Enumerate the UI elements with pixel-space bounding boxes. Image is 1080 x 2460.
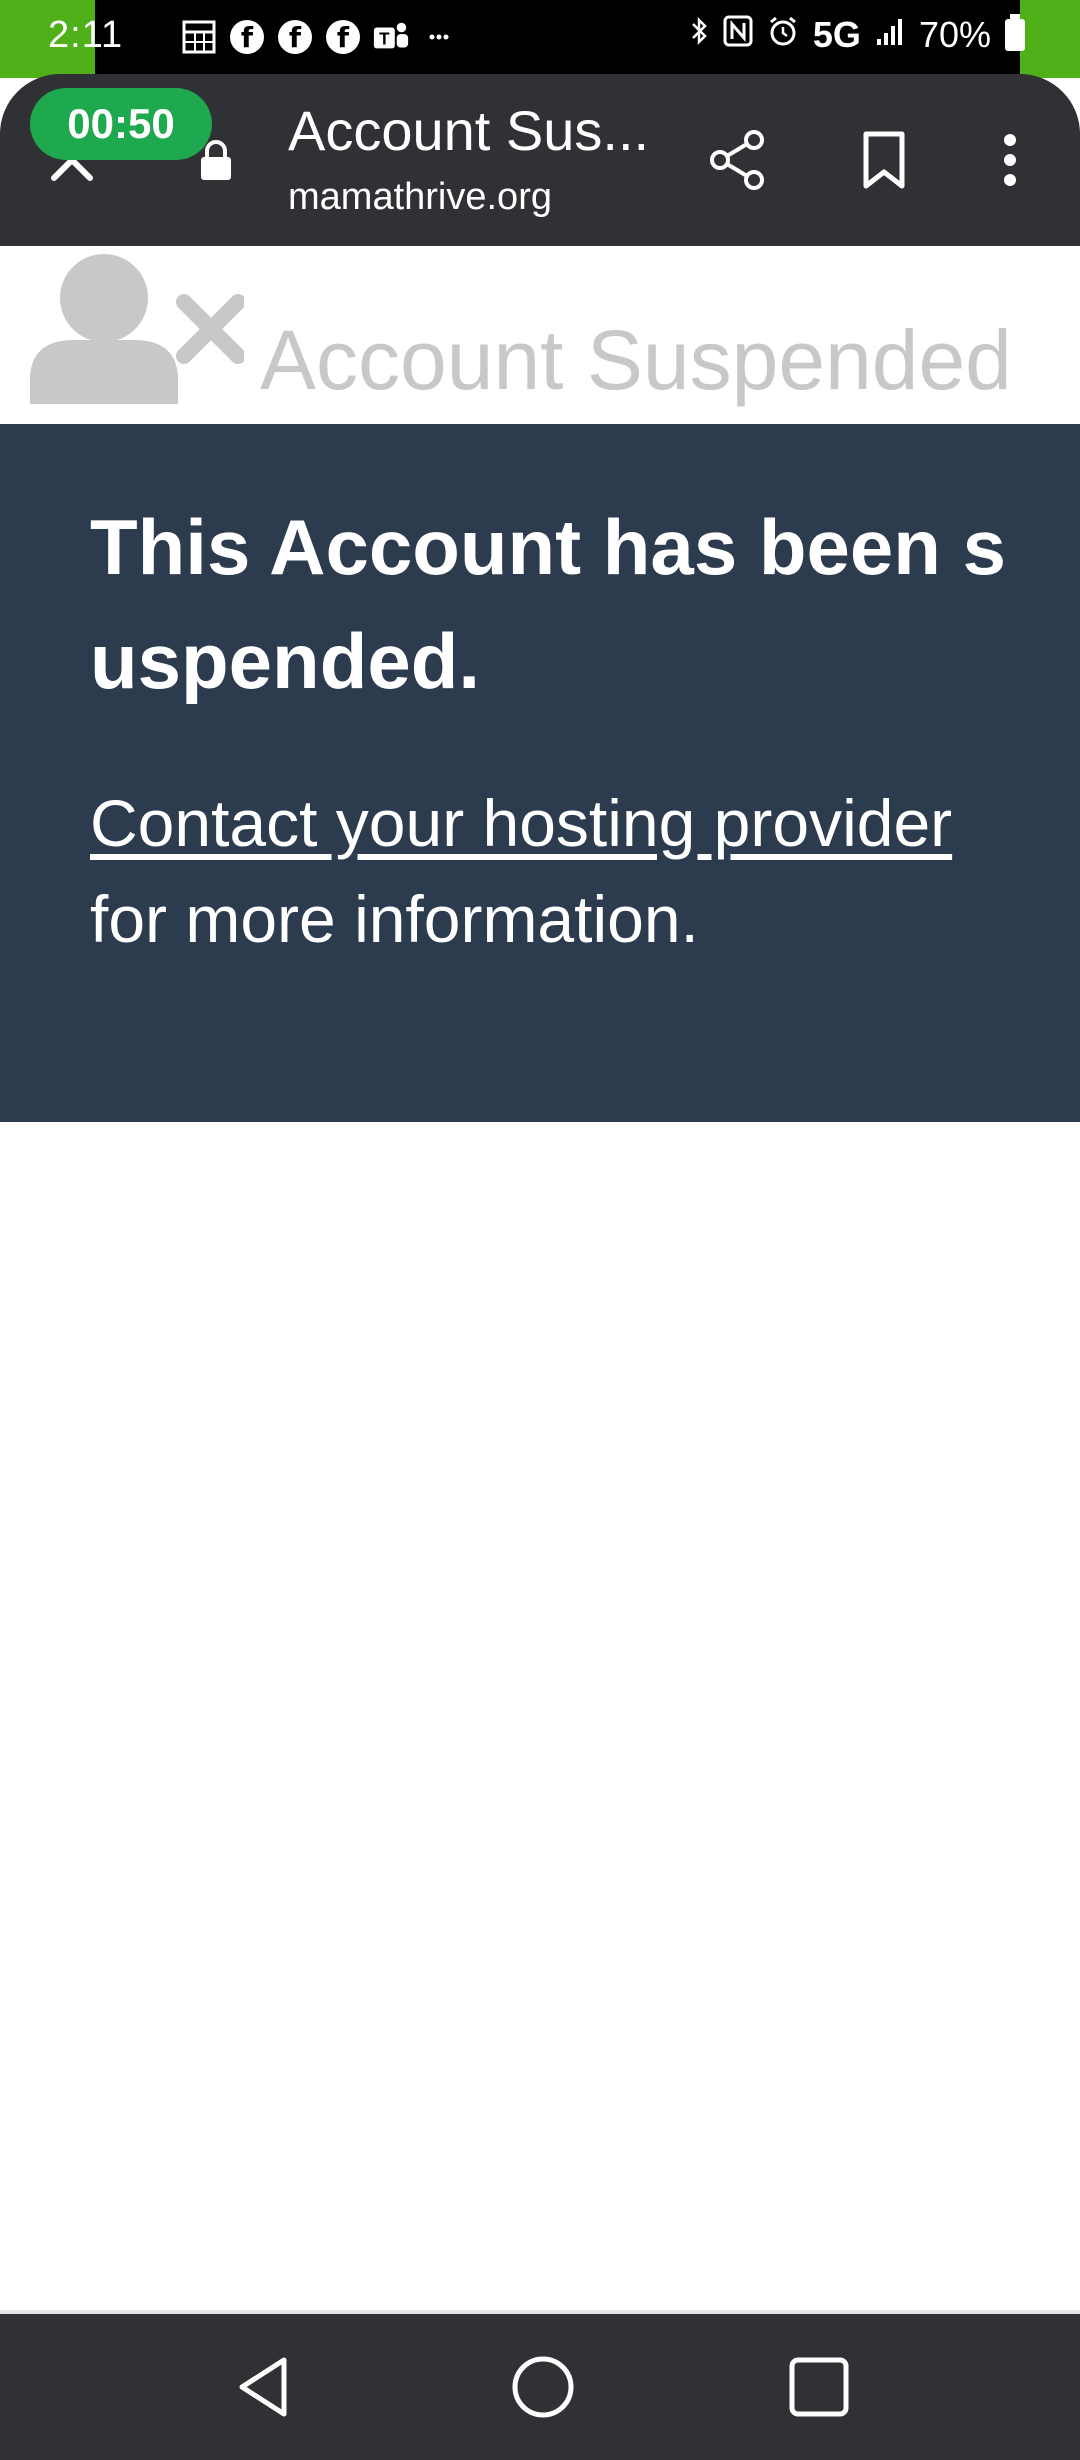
back-button[interactable] [232, 2352, 302, 2422]
contact-provider-link[interactable]: Contact your hosting provider [90, 786, 952, 860]
network-type: 5G [812, 14, 861, 55]
battery-icon [1005, 14, 1025, 51]
lock-icon[interactable] [198, 138, 234, 182]
svg-text:T: T [379, 30, 390, 49]
sheets-icon [180, 18, 218, 56]
more-vert-icon [1004, 134, 1016, 186]
system-status: 5G 70% [689, 14, 1025, 56]
facebook-icon: f [276, 18, 314, 56]
nfc-icon [723, 14, 753, 56]
bookmark-icon [863, 131, 905, 189]
back-icon [239, 2357, 287, 2417]
share-button[interactable] [706, 128, 770, 192]
alarm-icon [767, 14, 799, 56]
suspended-heading: Account Suspended [260, 313, 1012, 407]
user-suspended-icon [28, 252, 246, 404]
facebook-icon: f [228, 18, 266, 56]
recent-apps-button[interactable] [786, 2354, 852, 2420]
notification-icons: f f f T [180, 18, 458, 56]
page-url[interactable]: mamathrive.org [288, 176, 552, 219]
page-title: Account Sus... [288, 99, 650, 162]
facebook-icon: f [324, 18, 362, 56]
more-notifications-icon [420, 18, 458, 56]
menu-button[interactable] [990, 128, 1030, 192]
status-time: 2:11 [48, 14, 124, 56]
contact-info-suffix: for more information. [90, 882, 699, 956]
teams-icon: T [372, 18, 410, 56]
contact-info: Contact your hosting provider for more i… [90, 775, 1040, 967]
home-button[interactable] [510, 2354, 576, 2420]
status-bar-accent-right [1020, 0, 1080, 78]
signal-icon [875, 14, 905, 56]
bluetooth-icon [689, 14, 709, 56]
status-bar: 2:11 f f f T 5G 70% [0, 0, 1080, 78]
screen-record-timer: 00:50 [30, 88, 212, 160]
bookmark-button[interactable] [852, 128, 916, 192]
share-icon [710, 130, 764, 190]
recent-apps-icon [789, 2357, 849, 2417]
home-icon [512, 2356, 574, 2418]
suspended-message: This Account has been suspended. [90, 503, 1006, 705]
battery-level: 70% [918, 14, 991, 55]
